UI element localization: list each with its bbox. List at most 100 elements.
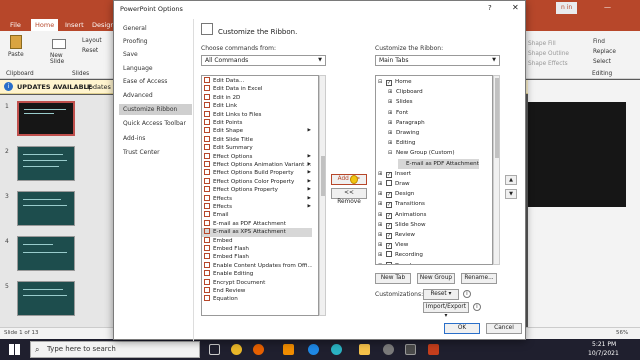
expand-icon[interactable]: ⊞ <box>388 138 394 148</box>
expand-icon[interactable]: ⊞ <box>378 230 384 240</box>
ribbon-group-node[interactable]: ⊞ Paragraph <box>388 118 425 128</box>
ribbon-group-node[interactable]: ⊞ Clipboard <box>388 87 423 97</box>
nav-general[interactable]: General <box>123 23 147 34</box>
command-item[interactable]: Effect Options Property ▶ <box>202 186 312 194</box>
expand-icon[interactable]: ⊞ <box>388 108 394 118</box>
ok-button[interactable]: OK <box>444 323 480 334</box>
reset-dropdown[interactable]: Reset ▾ <box>423 289 459 300</box>
command-item[interactable]: Encrypt Document <box>202 278 312 287</box>
app-icon[interactable] <box>308 344 319 355</box>
paste-button[interactable]: Paste <box>8 52 24 58</box>
slide-thumbnail-5[interactable] <box>17 281 75 316</box>
tab-insert[interactable]: Insert <box>61 19 88 31</box>
task-view-icon[interactable] <box>209 344 220 355</box>
ribbon-tab-node[interactable]: ⊞ Draw <box>378 179 410 189</box>
expand-icon[interactable]: ⊞ <box>378 189 384 199</box>
command-item[interactable]: Embed <box>202 236 312 245</box>
command-item[interactable]: Effect Options Animation Variant ... ▶ <box>202 161 312 169</box>
move-down-button[interactable]: ▼ <box>505 189 517 199</box>
ribbon-group-node[interactable]: ⊞ Font <box>388 108 408 118</box>
tab-home[interactable]: Home <box>31 19 59 31</box>
expand-icon[interactable]: ⊞ <box>378 220 384 230</box>
new-group-button[interactable]: New Group <box>417 273 455 284</box>
ribbon-group-node[interactable]: ⊞ Slides <box>388 97 413 107</box>
ribbon-tabs-tree[interactable]: ⊟ ✓ Home ⊞ Clipboard ⊞ Slides ⊞ Font ⊞ Paragraph ⊞ D… <box>375 75 493 265</box>
tab-checkbox[interactable]: ✓ <box>386 80 392 86</box>
firefox-icon[interactable] <box>253 344 264 355</box>
slide-thumbnail-3[interactable] <box>17 191 75 226</box>
ribbon-group-node[interactable]: ⊟ New Group (Custom) <box>388 148 455 158</box>
expand-icon[interactable]: ⊞ <box>378 240 384 250</box>
tab-checkbox[interactable]: ✓ <box>386 233 392 239</box>
minimize-icon[interactable]: — <box>604 3 611 11</box>
nav-quick-access-toolbar[interactable]: Quick Access Toolbar <box>123 118 186 129</box>
scrollbar-thumb[interactable] <box>321 156 325 196</box>
move-up-button[interactable]: ▲ <box>505 175 517 185</box>
help-icon[interactable]: ? <box>488 4 492 12</box>
new-slide-icon[interactable] <box>52 39 66 49</box>
commands-scrollbar[interactable] <box>319 75 326 316</box>
import-export-dropdown[interactable]: Import/Export ▾ <box>423 302 469 319</box>
command-item[interactable]: Edit Summary <box>202 144 312 152</box>
ribbon-tab-node[interactable]: ⊞ ✓ Slide Show <box>378 220 426 230</box>
powerpoint-taskbar-icon[interactable] <box>428 344 439 355</box>
close-icon[interactable]: ✕ <box>512 3 519 12</box>
command-item[interactable]: E-mail as PDF Attachment <box>202 219 312 228</box>
command-item[interactable]: Edit in 2D <box>202 93 312 102</box>
tab-checkbox[interactable] <box>386 180 392 186</box>
command-item[interactable]: Embed Flash <box>202 253 312 261</box>
new-tab-button[interactable]: New Tab <box>375 273 411 284</box>
command-item[interactable]: Edit Data in Excel <box>202 85 312 93</box>
tab-checkbox[interactable]: ✓ <box>386 171 392 178</box>
nav-language[interactable]: Language <box>123 63 153 74</box>
expand-icon[interactable]: ⊞ <box>388 118 394 128</box>
shape-fill-button[interactable]: Shape Fill <box>528 41 556 47</box>
collapse-icon[interactable]: ⊟ <box>378 77 384 87</box>
expand-icon[interactable]: ⊞ <box>388 97 394 107</box>
sign-in-button[interactable]: n in <box>556 2 578 14</box>
ribbon-tab-node[interactable]: ⊞ Developer <box>378 261 424 264</box>
command-item[interactable]: Edit Shape ▶ <box>202 127 312 135</box>
replace-button[interactable]: Replace <box>593 49 616 55</box>
slide-thumbnail-1[interactable] <box>17 101 75 136</box>
chrome-icon[interactable] <box>231 344 242 355</box>
tab-checkbox[interactable] <box>386 251 392 258</box>
expand-icon[interactable]: ⊞ <box>378 250 384 260</box>
search-input[interactable]: ⌕ Type here to search <box>30 341 200 358</box>
tab-checkbox[interactable]: ✓ <box>386 202 392 209</box>
command-item[interactable]: Enable Content Updates from Offi... <box>202 261 312 270</box>
command-item[interactable]: Edit Link <box>202 102 312 110</box>
slide-thumbnail-2[interactable] <box>17 146 75 181</box>
app-icon[interactable] <box>405 344 416 355</box>
current-slide[interactable] <box>528 102 626 207</box>
nav-add-ins[interactable]: Add-ins <box>123 133 145 144</box>
zoom-level[interactable]: 56% <box>616 330 628 336</box>
nav-advanced[interactable]: Advanced <box>123 90 153 101</box>
rename-button[interactable]: Rename... <box>461 273 497 284</box>
command-item[interactable]: Edit Links to Files <box>202 110 312 119</box>
select-button[interactable]: Select <box>593 59 611 65</box>
tab-checkbox[interactable]: ✓ <box>386 243 392 250</box>
tab-checkbox[interactable] <box>386 261 392 264</box>
nav-customize-ribbon[interactable]: Customize Ribbon <box>119 104 192 115</box>
reset-button[interactable]: Reset <box>82 48 98 54</box>
add-button[interactable]: Add >> <box>331 174 367 185</box>
ribbon-tab-node[interactable]: ⊞ ✓ Transitions <box>378 199 425 209</box>
command-item[interactable]: Effect Options Color Property ▶ <box>202 177 312 186</box>
expand-icon[interactable]: ⊞ <box>378 210 384 220</box>
tabs-scrollbar[interactable] <box>493 75 500 265</box>
command-item[interactable]: Effect Options ▶ <box>202 152 312 161</box>
command-item[interactable]: Embed Flash <box>202 245 312 253</box>
command-item[interactable]: Effect Options Build Property ▶ <box>202 169 312 177</box>
ribbon-tab-node[interactable]: ⊞ ✓ View <box>378 240 408 250</box>
ribbon-group-node[interactable]: E-mail as PDF Attachment <box>398 158 479 169</box>
shape-effects-button[interactable]: Shape Effects <box>528 61 568 67</box>
command-item[interactable]: E-mail as XPS Attachment <box>202 228 312 237</box>
explorer-icon[interactable] <box>359 344 370 355</box>
ribbon-tab-node[interactable]: ⊞ ✓ Insert <box>378 169 411 179</box>
command-item[interactable]: Email <box>202 211 312 219</box>
nav-trust-center[interactable]: Trust Center <box>123 147 160 158</box>
nav-proofing[interactable]: Proofing <box>123 36 148 47</box>
command-item[interactable]: Enable Editing <box>202 270 312 278</box>
expand-icon[interactable]: ⊞ <box>388 87 394 97</box>
